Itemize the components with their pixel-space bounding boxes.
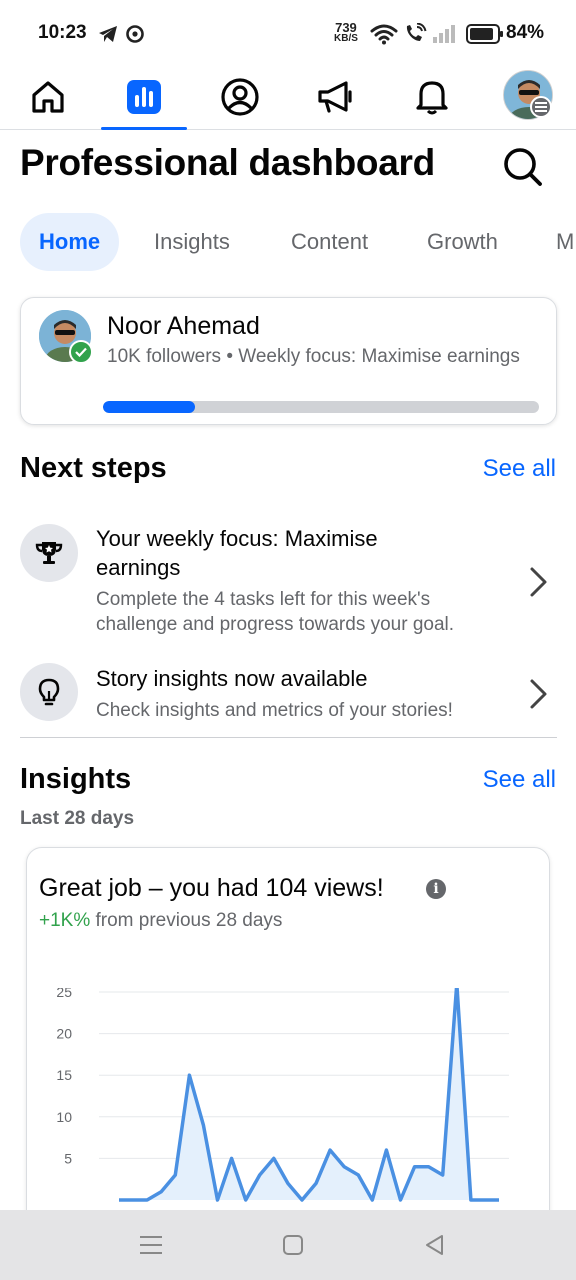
network-speed: 739 KB/S: [334, 20, 358, 44]
delta-text: from previous 28 days: [90, 910, 283, 931]
step-title: Your weekly focus: Maximise earnings: [96, 526, 378, 580]
telegram-icon: [99, 26, 117, 42]
dashboard-tabs: Home Insights Content Growth M: [20, 213, 576, 271]
views-delta: +1K% from previous 28 days: [39, 910, 282, 932]
tab-content[interactable]: Content: [272, 213, 387, 271]
step-item-weekly-focus[interactable]: Your weekly focus: Maximise earnings Com…: [20, 522, 557, 642]
battery-icon: [466, 24, 503, 44]
wifi-icon: [370, 24, 398, 45]
next-steps-see-all[interactable]: See all: [483, 455, 556, 483]
chevron-right-icon: [530, 679, 547, 709]
step-description: Complete the 4 tasks left for this week'…: [96, 589, 455, 635]
progress-fill: [103, 401, 195, 413]
nav-notifications[interactable]: [389, 64, 475, 130]
chart-y-tick-label: 5: [64, 1150, 72, 1166]
chart-series-line: [119, 988, 499, 1202]
lightbulb-icon: [20, 663, 78, 721]
search-button[interactable]: [500, 144, 544, 188]
tab-more[interactable]: M: [537, 213, 576, 271]
chart-y-tick-label: 15: [56, 1067, 72, 1083]
weekly-progress-bar: [103, 401, 539, 413]
square-home-icon[interactable]: [278, 1230, 308, 1260]
wifi-calling-icon: [406, 23, 427, 41]
delta-positive: +1K%: [39, 910, 91, 931]
menu-lines-small-icon: [535, 102, 547, 112]
system-nav-bar: [0, 1210, 576, 1280]
chart-y-tick-label: 20: [56, 1026, 72, 1042]
step-title: Story insights now available: [96, 666, 368, 691]
signal-icon: [433, 25, 455, 43]
nav-dashboard[interactable]: [101, 64, 187, 130]
search-icon: [504, 148, 542, 186]
status-bar: 10:23 739 KB/S 84%: [0, 0, 576, 64]
chart-y-tick-label: 25: [56, 988, 72, 1000]
megaphone-icon: [318, 81, 352, 113]
insights-see-all[interactable]: See all: [483, 766, 556, 794]
home-icon: [32, 81, 64, 113]
user-circle-icon: [221, 78, 259, 116]
views-headline: Great job – you had 104 views!: [39, 874, 384, 902]
step-description: Check insights and metrics of your stori…: [96, 700, 453, 721]
divider: [20, 737, 557, 738]
tab-insights[interactable]: Insights: [135, 213, 249, 271]
next-steps-title: Next steps: [20, 452, 167, 484]
tab-growth[interactable]: Growth: [408, 213, 517, 271]
battery-percent: 84%: [506, 22, 545, 43]
chart-y-tick-label: 10: [56, 1109, 72, 1125]
nav-profile[interactable]: [197, 64, 283, 130]
insights-period: Last 28 days: [20, 808, 135, 829]
trophy-icon: [20, 524, 78, 582]
bell-icon: [416, 81, 448, 115]
bar-chart-icon: [127, 80, 161, 114]
profile-subtitle: 10K followers • Weekly focus: Maximise e…: [107, 346, 520, 367]
nav-home[interactable]: [5, 64, 91, 130]
page-title: Professional dashboard: [20, 142, 435, 183]
chrome-icon: [126, 25, 144, 43]
views-insight-card[interactable]: Great job – you had 104 views! i +1K% fr…: [26, 847, 550, 1267]
status-time: 10:23: [38, 22, 87, 43]
tab-home[interactable]: Home: [20, 213, 120, 271]
nav-ads[interactable]: [293, 64, 379, 130]
menu-badge[interactable]: [530, 96, 552, 118]
profile-card[interactable]: Noor Ahemad 10K followers • Weekly focus…: [20, 297, 557, 425]
profile-name: Noor Ahemad: [107, 312, 260, 340]
step-item-story-insights[interactable]: Story insights now available Check insig…: [20, 662, 557, 724]
insights-title: Insights: [20, 763, 132, 795]
top-nav: [0, 64, 576, 130]
chevron-right-icon: [530, 567, 547, 597]
triangle-back-icon[interactable]: [420, 1230, 450, 1260]
menu-lines-icon[interactable]: [136, 1230, 166, 1260]
verified-check-icon: [69, 340, 93, 364]
info-icon[interactable]: i: [426, 879, 446, 899]
